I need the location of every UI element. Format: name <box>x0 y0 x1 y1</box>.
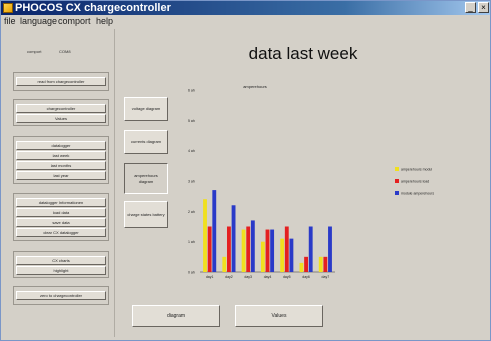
datalogger-button[interactable]: datalogger <box>16 141 106 150</box>
write-group: zero to chargecontroller <box>13 286 109 305</box>
y-tick-label: 1 ah <box>188 240 195 244</box>
x-tick-label: day1 <box>206 275 214 279</box>
bar-module-amperehours <box>231 205 236 272</box>
read-group: read from chargecontroller <box>13 72 109 91</box>
cx-charts-button[interactable]: CX charts <box>16 256 106 265</box>
datalogger-group: datalogger last week last months last ye… <box>13 136 109 184</box>
amperehours-diagram-button[interactable]: amperehours diagram <box>124 163 168 194</box>
chart-title: amperehours <box>243 84 267 89</box>
x-tick-label: day5 <box>283 275 291 279</box>
bar-amperehours-modul <box>222 256 227 272</box>
bar-amperehours-load <box>246 226 251 272</box>
chargecontroller-group: chargecontroller Values <box>13 99 109 126</box>
app-icon <box>3 3 13 13</box>
comport-value: COM8 <box>59 49 71 54</box>
x-tick-label: day7 <box>322 275 330 279</box>
charts-group: CX charts highlight <box>13 251 109 278</box>
bar-amperehours-modul <box>260 241 265 272</box>
bar-amperehours-load <box>207 226 212 272</box>
menu-language[interactable]: language <box>20 15 57 27</box>
bar-amperehours-modul <box>241 229 246 272</box>
save-data-button[interactable]: save data <box>16 218 106 227</box>
menu-file[interactable]: file <box>4 15 16 27</box>
y-tick-label: 6 ah <box>188 89 195 93</box>
comport-label: comport <box>27 49 42 54</box>
x-tick-label: day4 <box>264 275 272 279</box>
x-tick-label: day3 <box>244 275 252 279</box>
last-year-button[interactable]: last year <box>16 171 106 180</box>
y-tick-label: 3 ah <box>188 180 195 184</box>
menu-comport[interactable]: comport <box>58 15 91 27</box>
values-button[interactable]: Values <box>16 114 106 123</box>
bar-module-amperehours <box>250 220 255 272</box>
title-bar[interactable]: PHOCOS CX chargecontroller _ × <box>1 1 490 15</box>
currents-diagram-button[interactable]: currents diagram <box>124 130 168 154</box>
bar-module-amperehours <box>212 190 217 272</box>
diagram-button[interactable]: diagram <box>132 305 220 327</box>
write-chargecontroller-button[interactable]: zero to chargecontroller <box>16 291 106 300</box>
datalogger-info-button[interactable]: datalogger Informationen <box>16 198 106 207</box>
bar-amperehours-modul <box>299 262 304 272</box>
legend-swatch <box>395 179 399 183</box>
read-chargecontroller-button[interactable]: read from chargecontroller <box>16 77 106 86</box>
legend-swatch <box>395 167 399 171</box>
charge-states-button[interactable]: charge states battery <box>124 201 168 228</box>
bar-module-amperehours <box>270 229 275 272</box>
legend-label: amperehours load <box>401 180 429 184</box>
bar-amperehours-load <box>265 229 270 272</box>
bar-amperehours-modul <box>280 238 285 272</box>
menu-help[interactable]: help <box>96 15 113 27</box>
y-tick-label: 2 ah <box>188 210 195 214</box>
bar-module-amperehours <box>289 238 294 272</box>
legend-swatch <box>395 191 399 195</box>
chargecontroller-button[interactable]: chargecontroller <box>16 104 106 113</box>
close-button[interactable]: × <box>478 2 489 13</box>
minimize-button[interactable]: _ <box>465 2 476 13</box>
voltage-diagram-button[interactable]: voltage diagram <box>124 97 168 121</box>
y-tick-label: 0 ah <box>188 271 195 275</box>
sidebar-panel: comport COM8 read from chargecontroller … <box>7 29 115 337</box>
last-months-button[interactable]: last months <box>16 161 106 170</box>
x-tick-label: day2 <box>225 275 233 279</box>
page-title: data last week <box>248 44 358 63</box>
load-data-button[interactable]: load data <box>16 208 106 217</box>
bar-amperehours-modul <box>203 199 207 272</box>
window-title: PHOCOS CX chargecontroller <box>15 2 171 14</box>
bar-module-amperehours <box>328 226 332 272</box>
legend-label: module amperehours <box>401 192 434 196</box>
bar-amperehours-load <box>323 256 328 272</box>
bar-amperehours-load <box>284 226 289 272</box>
values-tab-button[interactable]: Values <box>235 305 323 327</box>
y-tick-label: 4 ah <box>188 149 195 153</box>
datalogger-info-group: datalogger Informationen load data save … <box>13 193 109 241</box>
legend-label: amperehours modul <box>401 168 432 172</box>
menu-bar: file language comport help <box>1 15 490 27</box>
bar-amperehours-load <box>227 226 231 272</box>
bar-amperehours-load <box>304 256 308 272</box>
clear-datalogger-button[interactable]: clear CX datalogger <box>16 228 106 237</box>
amperehours-chart: amperehours 0 ah 1 ah 2 ah 3 ah 4 ah 5 ah 6 ah d… <box>188 84 434 279</box>
y-tick-label: 5 ah <box>188 119 195 123</box>
x-tick-label: day6 <box>302 275 310 279</box>
highlight-button[interactable]: highlight <box>16 266 106 275</box>
last-week-button[interactable]: last week <box>16 151 106 160</box>
bar-module-amperehours <box>308 226 313 272</box>
bar-amperehours-modul <box>318 256 323 272</box>
